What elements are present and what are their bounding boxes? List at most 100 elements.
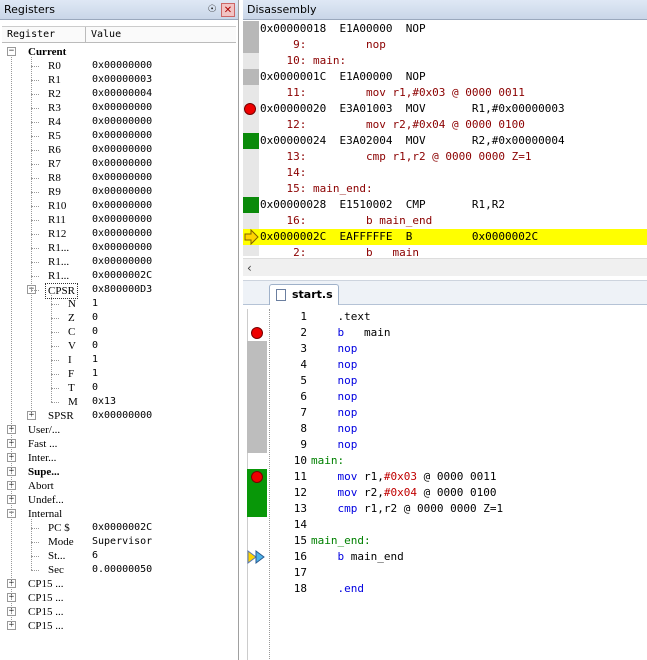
tree-guide-line (51, 388, 59, 389)
disassembly-line[interactable]: 0x00000020 E3A01003 MOV R1,#0x00000003 (243, 101, 647, 117)
editor-line[interactable]: 7 nop (243, 405, 647, 421)
editor-line[interactable]: 9 nop (243, 437, 647, 453)
cpsr-flag-row[interactable]: T0 (0, 381, 238, 395)
breakpoint-icon[interactable] (244, 103, 256, 115)
editor-line[interactable]: 16 b main_end (243, 549, 647, 565)
disassembly-line[interactable]: 0x00000028 E1510002 CMP R1,R2 (243, 197, 647, 213)
editor-line[interactable]: 1 .text (243, 309, 647, 325)
disassembly-line[interactable]: 16: b main_end (243, 213, 647, 229)
editor-line[interactable]: 18 .end (243, 581, 647, 597)
tree-guide-line (31, 192, 39, 193)
flag-value: 1 (92, 298, 99, 309)
disassembly-line[interactable]: 10: main: (243, 53, 647, 69)
disassembly-line[interactable]: 2: b main (243, 245, 647, 256)
breakpoint-icon[interactable] (251, 471, 263, 483)
code-token: #0x04 (383, 486, 417, 499)
coverage-marker (243, 133, 259, 149)
coverage-marker (247, 501, 267, 517)
editor-line[interactable]: 5 nop (243, 373, 647, 389)
internal-value: 0x0000002C (92, 522, 153, 533)
disassembly-line[interactable]: 13: cmp r1,r2 @ 0000 0000 Z=1 (243, 149, 647, 165)
editor-line[interactable]: 4 nop (243, 357, 647, 373)
editor-line[interactable]: 2 b main (243, 325, 647, 341)
editor-line[interactable]: 11 mov r1,#0x03 @ 0000 0011 (243, 469, 647, 485)
editor-line[interactable]: 17 (243, 565, 647, 581)
disassembly-line[interactable]: 0x0000001C E1A00000 NOP (243, 69, 647, 85)
cpsr-flag-row[interactable]: F1 (0, 367, 238, 381)
code-text: nop (311, 341, 357, 357)
register-group-cp15[interactable]: + CP15 ... (0, 591, 238, 605)
editor-line[interactable]: 13 cmp r1,r2 @ 0000 0000 Z=1 (243, 501, 647, 517)
chevron-left-icon[interactable]: ‹ (247, 261, 252, 275)
tree-guide-line (31, 290, 39, 291)
editor-line[interactable]: 6 nop (243, 389, 647, 405)
editor-line[interactable]: 12 mov r2,#0x04 @ 0000 0100 (243, 485, 647, 501)
close-icon[interactable]: ✕ (221, 3, 235, 17)
disassembly-line[interactable]: 12: mov r2,#0x04 @ 0000 0100 (243, 117, 647, 133)
tree-guide-line (51, 318, 59, 319)
flag-name: T (68, 382, 75, 394)
disassembly-listing[interactable]: 0x00000018 E1A00000 NOP 9: nop 10: main:… (243, 21, 647, 256)
code-token: r2, (357, 486, 384, 499)
register-row-spsr[interactable]: + SPSR 0x00000000 (0, 409, 238, 423)
column-header-value[interactable]: Value (86, 27, 121, 42)
collapse-icon[interactable]: − (7, 47, 16, 56)
tree-guide-line (31, 262, 39, 263)
register-group-mode[interactable]: + Abort (0, 479, 238, 493)
cpsr-flag-row[interactable]: I1 (0, 353, 238, 367)
coverage-marker (247, 389, 267, 405)
disassembly-line[interactable]: 15: main_end: (243, 181, 647, 197)
register-group-mode[interactable]: + User/... (0, 423, 238, 437)
tree-guide-line (31, 136, 39, 137)
register-group-mode[interactable]: + Fast ... (0, 437, 238, 451)
cpsr-flag-row[interactable]: Z0 (0, 311, 238, 325)
cpsr-flag-row[interactable]: M 0x13 (0, 395, 238, 409)
disassembly-line[interactable]: 0x00000024 E3A02004 MOV R2,#0x00000004 (243, 133, 647, 149)
disassembly-line[interactable]: 14: (243, 165, 647, 181)
register-group-mode[interactable]: + Supe... (0, 465, 238, 479)
register-group-mode[interactable]: + Inter... (0, 451, 238, 465)
line-number: 13 (293, 502, 307, 515)
cpsr-flag-row[interactable]: V0 (0, 339, 238, 353)
column-header-register[interactable]: Register (2, 27, 86, 42)
cpsr-flag-row[interactable]: C0 (0, 325, 238, 339)
flag-name: V (68, 340, 76, 352)
editor-line[interactable]: 3 nop (243, 341, 647, 357)
line-number: 15 (293, 534, 307, 547)
register-group-current[interactable]: − Current (0, 45, 238, 59)
coverage-marker (247, 357, 267, 373)
breakpoint-icon[interactable] (251, 327, 263, 339)
register-value: 0x00000000 (92, 130, 153, 141)
editor-line[interactable]: 8 nop (243, 421, 647, 437)
editor-line[interactable]: 14 (243, 517, 647, 533)
tab-start-s[interactable]: start.s (269, 284, 339, 305)
source-editor-panel: start.s 1 .text 2 b main 3 nop 4 nop 5 nop 6 … (243, 280, 647, 660)
line-number: 7 (300, 406, 307, 419)
disassembly-line[interactable]: 11: mov r1,#0x03 @ 0000 0011 (243, 85, 647, 101)
code-text: main: (311, 453, 344, 469)
disassembly-horizontal-scrollbar[interactable]: ‹ (243, 258, 647, 276)
register-value: 0x00000000 (92, 144, 153, 155)
code-text: nop (311, 437, 357, 453)
register-group-mode[interactable]: + Undef... (0, 493, 238, 507)
register-group-cp15[interactable]: + CP15 ... (0, 619, 238, 633)
disassembly-line[interactable]: 0x0000002C EAFFFFFE B 0x0000002C (243, 228, 647, 246)
register-group-cp15[interactable]: + CP15 ... (0, 577, 238, 591)
group-label: CP15 ... (28, 578, 64, 590)
tree-guide-line (51, 304, 59, 305)
editor-line[interactable]: 10 main: (243, 453, 647, 469)
registers-title-bar: Registers ☉ ✕ (0, 0, 238, 20)
source-editor[interactable]: 1 .text 2 b main 3 nop 4 nop 5 nop 6 nop 7 nop… (243, 309, 647, 660)
code-token: main_end (344, 550, 404, 563)
register-group-cp15[interactable]: + CP15 ... (0, 605, 238, 619)
disassembly-text: 10: main: (260, 54, 347, 67)
code-text: nop (311, 389, 357, 405)
disassembly-line[interactable]: 9: nop (243, 37, 647, 53)
pin-icon[interactable]: ☉ (205, 3, 219, 17)
editor-line[interactable]: 15 main_end: (243, 533, 647, 549)
cpsr-flag-row[interactable]: N1 (0, 297, 238, 311)
code-token: b (311, 326, 345, 339)
disassembly-line[interactable]: 0x00000018 E1A00000 NOP (243, 21, 647, 37)
register-group-internal[interactable]: − Internal (0, 507, 238, 521)
register-name: R1 (48, 74, 61, 86)
